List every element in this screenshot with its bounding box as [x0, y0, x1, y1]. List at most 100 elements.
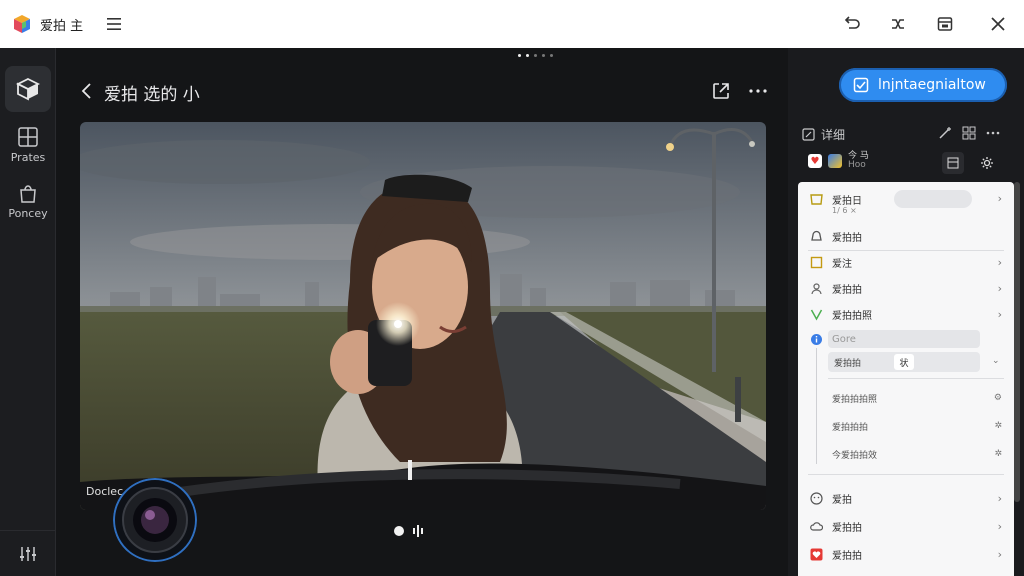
menu-item-label: 爱注	[832, 258, 852, 270]
menu-item[interactable]: 爱拍拍照 ›	[798, 306, 1014, 322]
edit-icon	[802, 128, 815, 141]
wand-icon[interactable]	[938, 126, 952, 140]
layers-icon	[947, 157, 959, 169]
context-menu: 爱拍日 1/ 6 × › 爱拍拍 爱注 › 爱拍拍 › 爱拍拍照 › Gore …	[798, 182, 1014, 576]
submenu-mark: ⌄	[992, 356, 1000, 366]
chevron-right-icon: ›	[997, 192, 1002, 205]
share-icon[interactable]	[710, 80, 732, 102]
menu-divider	[808, 474, 1004, 475]
undo-button[interactable]	[840, 12, 864, 36]
chevron-right-icon: ›	[997, 255, 1002, 269]
menu-item-label: 爱拍拍	[832, 522, 862, 534]
mood-icon	[810, 491, 823, 505]
menu-item[interactable]: 爱拍拍	[798, 228, 1014, 244]
undo-icon	[844, 16, 860, 29]
submenu-row-label: 今爱拍拍效	[832, 450, 878, 461]
page-dot[interactable]	[518, 54, 521, 57]
primary-action-button[interactable]: lnjntaegnialtow	[839, 68, 1007, 102]
color-tag-icon[interactable]	[828, 154, 842, 168]
camera-lens-icon[interactable]	[113, 478, 197, 562]
more-icon[interactable]	[746, 80, 770, 102]
gesture-icon	[892, 19, 904, 29]
submenu-row-label: 爱拍拍拍	[832, 422, 869, 433]
menu-item-label: 爱拍拍照	[832, 310, 872, 322]
panel-header: 详细	[802, 126, 845, 143]
photo-image[interactable]: Doclec	[80, 122, 766, 510]
menu-icon[interactable]	[104, 14, 124, 34]
menu-item-label: 爱拍拍	[832, 284, 862, 296]
page-dot[interactable]	[550, 54, 553, 57]
info-icon	[811, 333, 822, 345]
app-window: 爱拍 主 Prates Poncey 爱拍 选的 小 Doclec lnjnta…	[0, 0, 1024, 576]
menu-divider	[828, 378, 1004, 379]
app-title: 爱拍 主	[40, 19, 84, 34]
record-indicator	[394, 526, 404, 536]
gesture-button[interactable]	[886, 12, 910, 36]
note-icon	[810, 256, 823, 268]
menu-item[interactable]: 爱拍日 1/ 6 × ›	[798, 192, 1014, 222]
panel-scrollbar[interactable]	[1014, 182, 1020, 502]
menu-item[interactable]: 爱拍拍 ›	[798, 546, 1014, 562]
sliders-icon	[20, 546, 36, 561]
submenu-row[interactable]: 爱拍拍拍照 ⚙	[798, 390, 1014, 406]
rail-home-button[interactable]	[5, 66, 51, 112]
gear-icon	[981, 157, 993, 169]
page-indicator[interactable]	[518, 54, 553, 57]
chevron-right-icon: ›	[997, 519, 1002, 533]
rail-item-label: Prates	[10, 151, 46, 164]
menu-item[interactable]: 爱拍拍 ›	[798, 280, 1014, 296]
settings-button[interactable]	[976, 152, 998, 174]
submenu-row[interactable]: 爱拍拍拍 ✲	[798, 418, 1014, 434]
grid-view-icon[interactable]	[962, 126, 976, 140]
page-dot[interactable]	[534, 54, 537, 57]
shield-icon	[810, 309, 823, 321]
bell-icon	[811, 230, 822, 241]
bag-icon	[20, 185, 36, 203]
photo-viewer: 爱拍 选的 小 Doclec	[56, 48, 788, 576]
playback-controls[interactable]	[394, 524, 424, 538]
menu-item[interactable]: 爱拍拍 ›	[798, 518, 1014, 534]
page-dot[interactable]	[542, 54, 545, 57]
checkbox-icon	[853, 77, 869, 93]
chevron-right-icon: ›	[997, 307, 1002, 321]
gear-icon: ⚙	[993, 393, 1002, 403]
close-icon	[991, 17, 1005, 31]
submenu-chip[interactable]: 状	[894, 354, 914, 370]
panel-tools	[938, 126, 1000, 140]
heart-tag-icon[interactable]: ♥	[808, 154, 822, 168]
audio-wave-icon[interactable]	[412, 524, 424, 538]
submenu-label: 爱拍拍	[834, 358, 862, 369]
app-logo-icon	[14, 15, 30, 33]
back-icon[interactable]	[76, 80, 98, 102]
menu-item-label: 爱拍拍	[832, 550, 862, 562]
submenu-row[interactable]: 今爱拍拍效 ✲	[798, 446, 1014, 462]
primary-action-label: lnjntaegnialtow	[878, 77, 986, 93]
chevron-right-icon: ›	[997, 281, 1002, 295]
left-rail: Prates Poncey	[0, 48, 56, 576]
asterisk-icon: ✲	[994, 449, 1002, 459]
rail-item-prates[interactable]: Prates	[0, 126, 56, 164]
menu-item-label: 爱拍拍	[832, 232, 862, 244]
tag-subtext: Hoo	[848, 160, 866, 170]
panel-tags: ♥ 今 马 Hoo	[808, 152, 869, 170]
photo-scene	[80, 122, 766, 510]
more-icon[interactable]	[986, 126, 1000, 140]
submenu-row-label: 爱拍拍拍照	[832, 394, 878, 405]
menu-item[interactable]: Gore	[798, 331, 1014, 347]
window-icon	[937, 17, 953, 31]
cloud-icon	[810, 521, 823, 531]
close-button[interactable]	[986, 12, 1010, 36]
details-panel: lnjntaegnialtow 详细 ♥ 今 马 Hoo 爱拍日 1/ 6 × …	[788, 48, 1024, 576]
rail-settings-button[interactable]	[0, 530, 56, 576]
heart-icon	[810, 548, 823, 560]
menu-item-label: Gore	[832, 333, 856, 345]
viewer-title: 爱拍 选的 小	[104, 85, 200, 105]
page-dot[interactable]	[526, 54, 529, 57]
menu-item[interactable]: 爱注 ›	[798, 254, 1014, 270]
menu-item[interactable]: 爱拍 ›	[798, 490, 1014, 506]
rail-item-poncey[interactable]: Poncey	[0, 182, 56, 220]
tag-icon	[810, 194, 823, 205]
layers-button[interactable]	[942, 152, 964, 174]
window-button[interactable]	[933, 12, 957, 36]
photo-caption: Doclec	[86, 485, 124, 498]
